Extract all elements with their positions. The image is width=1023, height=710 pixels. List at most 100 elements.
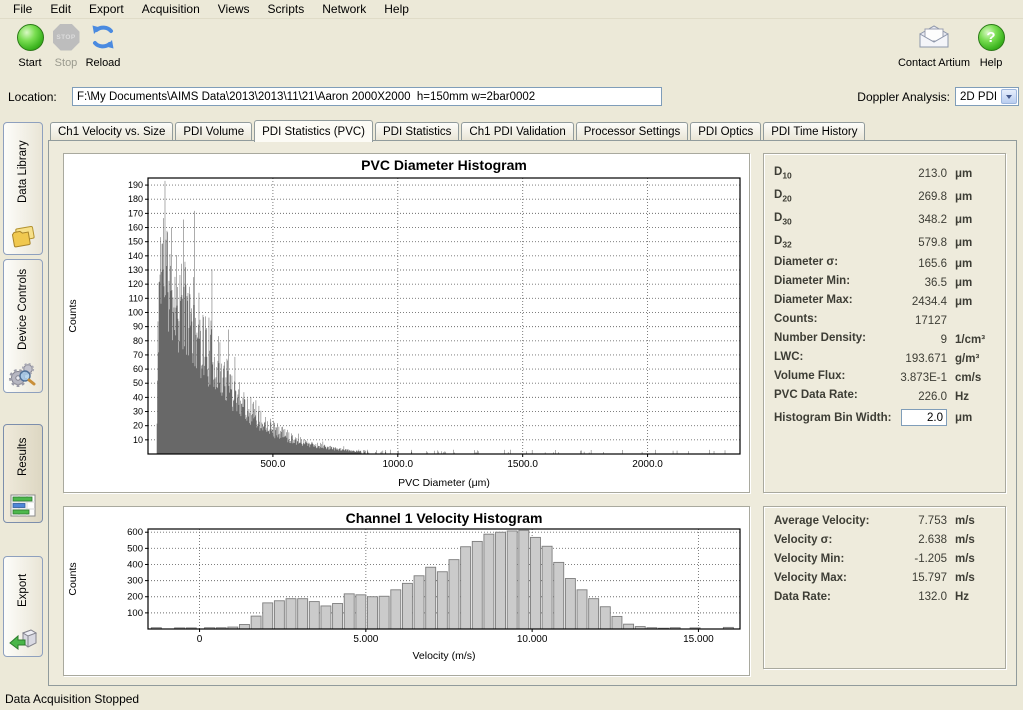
stat-unit: μm [955,214,997,226]
tab[interactable]: Ch1 Velocity vs. Size [50,122,173,141]
tab[interactable]: PDI Time History [763,122,865,141]
svg-text:Counts: Counts [67,562,79,595]
svg-text:70: 70 [133,350,143,360]
svg-text:PVC Diameter Histogram: PVC Diameter Histogram [361,157,527,173]
tab[interactable]: PDI Statistics (PVC) [254,120,373,142]
help-button[interactable]: ? Help [968,20,1014,69]
stat-label: D20 [774,189,792,203]
stat-value: 3.873E-1 [845,372,955,384]
stat-label: Volume Flux: [774,370,845,384]
toolbar: Start STOP Stop Reload Contact Artium ? … [0,20,1023,82]
stat-row: Counts: 17127 [764,311,1005,330]
folders-icon [9,225,37,249]
stat-label: D10 [774,166,792,180]
svg-text:150: 150 [128,237,143,247]
velocity-stats-panel: Average Velocity: 7.753 m/s Velocity σ: … [763,506,1006,669]
export-icon [9,627,37,651]
stat-unit: Hz [955,391,997,403]
svg-text:190: 190 [128,180,143,190]
pdi-statistics-pvc-page: 1020304050607080901001101201301401501601… [48,140,1017,686]
svg-text:500.0: 500.0 [260,459,285,470]
menu-item[interactable]: Network [313,0,375,18]
tab[interactable]: PDI Volume [175,122,252,141]
stat-unit: 1/cm³ [955,334,997,346]
stat-label: D32 [774,235,792,249]
svg-text:180: 180 [128,194,143,204]
stat-unit: μm [955,237,997,249]
svg-text:170: 170 [128,208,143,218]
menu-item[interactable]: File [4,0,41,18]
stat-row: Number Density: 9 1/cm³ [764,330,1005,349]
location-input[interactable] [72,87,662,106]
stat-label: Data Rate: [774,591,831,603]
svg-text:110: 110 [129,293,143,303]
svg-text:80: 80 [133,336,143,346]
stat-value: 165.6 [838,258,955,270]
stat-label: PVC Data Rate: [774,389,858,403]
svg-text:15.000: 15.000 [683,634,714,645]
stat-value: 2434.4 [853,296,955,308]
histogram-bin-width-input[interactable] [901,409,947,426]
stat-label: Counts: [774,313,817,327]
stop-label: Stop [55,57,78,69]
stat-unit: m/s [955,534,997,546]
stat-row: Diameter Min: 36.5 μm [764,273,1005,292]
svg-text:Channel 1 Velocity Histogram: Channel 1 Velocity Histogram [346,510,543,526]
stat-row: PVC Data Rate: 226.0 Hz [764,387,1005,406]
stat-value: 7.753 [869,515,955,527]
velocity-histogram-chart: 10020030040050060005.00010.00015.000Chan… [64,507,747,673]
svg-text:40: 40 [133,392,143,402]
contact-artium-button[interactable]: Contact Artium [898,20,970,69]
tab-strip: Ch1 Velocity vs. SizePDI VolumePDI Stati… [50,119,1017,141]
menu-item[interactable]: Views [209,0,259,18]
reload-icon [89,20,117,54]
stat-label: Diameter Min: [774,275,850,289]
tab[interactable]: PDI Statistics [375,122,459,141]
status-text: Data Acquisition Stopped [5,692,139,706]
menu-item[interactable]: Scripts [259,0,314,18]
tab[interactable]: Ch1 PDI Validation [461,122,573,141]
svg-text:1500.0: 1500.0 [507,459,538,470]
menu-item[interactable]: Help [375,0,418,18]
reload-button[interactable]: Reload [75,20,131,69]
sidebar-item-results[interactable]: Results [3,424,43,523]
sidebar-item-device-controls[interactable]: Device Controls [3,259,43,393]
location-label: Location: [8,90,57,104]
stat-unit: μm [955,168,997,180]
stat-label: Velocity σ: [774,534,832,546]
svg-text:0: 0 [197,634,203,645]
stat-unit: g/m³ [955,353,997,365]
gears-icon [9,363,37,387]
stat-value: 348.2 [792,214,955,226]
stat-label: LWC: [774,351,803,365]
svg-text:100: 100 [128,307,143,317]
stat-value: 226.0 [858,391,955,403]
menu-item[interactable]: Acquisition [133,0,209,18]
help-label: Help [980,57,1003,69]
stat-unit: μm [955,258,997,270]
svg-text:60: 60 [133,364,143,374]
stat-label: Diameter σ: [774,256,838,270]
sidebar-item-export[interactable]: Export [3,556,43,657]
pvc-diameter-histogram-panel: 1020304050607080901001101201301401501601… [63,153,750,493]
sidebar-item-data-library[interactable]: Data Library [3,122,43,255]
doppler-analysis-select[interactable]: 2D PDI [955,87,1019,106]
svg-text:10: 10 [133,435,143,445]
menu-item[interactable]: Edit [41,0,80,18]
svg-text:10.000: 10.000 [517,634,548,645]
chevron-down-icon[interactable] [1001,89,1017,104]
stat-row: Diameter Max: 2434.4 μm [764,292,1005,311]
stat-label: D30 [774,212,792,226]
tab[interactable]: Processor Settings [576,122,689,141]
location-row: Location: Doppler Analysis: 2D PDI [0,86,1023,110]
stat-row: D30 348.2 μm [764,208,1005,231]
stat-unit: μm [955,191,997,203]
svg-text:100: 100 [127,608,143,619]
tab[interactable]: PDI Optics [690,122,761,141]
menu-item[interactable]: Export [80,0,133,18]
svg-text:50: 50 [133,378,143,388]
stat-row: D10 213.0 μm [764,162,1005,185]
stat-unit: μm [955,296,997,308]
svg-text:200: 200 [127,592,143,603]
stat-unit: μm [955,277,997,289]
